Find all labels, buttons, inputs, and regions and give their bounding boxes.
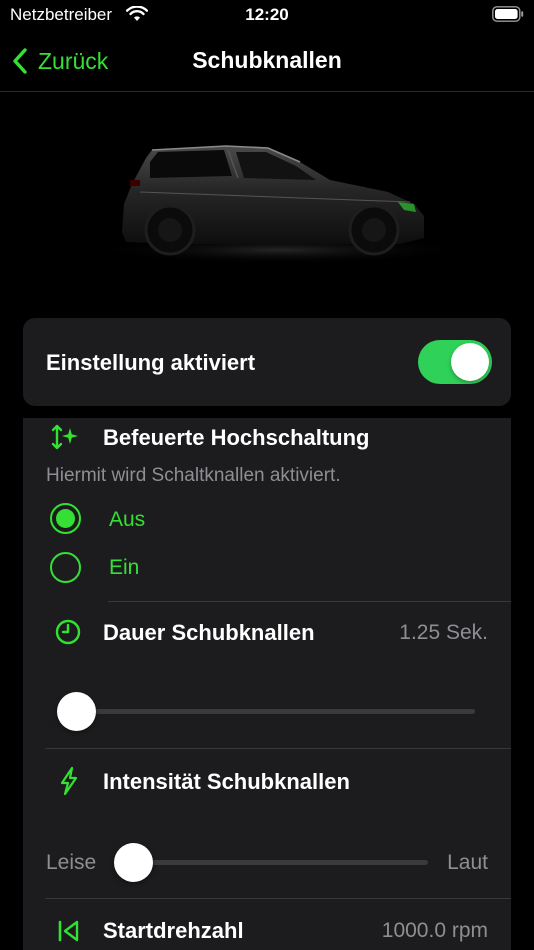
duration-slider-thumb[interactable] <box>57 692 96 731</box>
divider <box>45 748 511 749</box>
activation-card: Einstellung aktiviert <box>23 318 511 406</box>
page-title: Schubknallen <box>192 47 342 73</box>
radio-label-aus[interactable]: Aus <box>109 508 145 532</box>
switch-knob <box>451 343 489 381</box>
screen: Netzbetreiber 12:20 Zurück Schubknallen <box>0 0 534 950</box>
duration-title: Dauer Schubknallen <box>103 620 315 645</box>
duration-value: 1.25 Sek. <box>399 621 488 644</box>
intensity-title: Intensität Schubknallen <box>103 769 350 794</box>
upshift-description: Hiermit wird Schaltknallen aktiviert. <box>46 465 341 486</box>
navigation-bar: Zurück Schubknallen <box>0 30 534 92</box>
divider <box>108 601 511 602</box>
radio-ein[interactable] <box>50 552 81 583</box>
intensity-max-label: Laut <box>447 851 488 874</box>
activation-switch[interactable] <box>418 340 492 384</box>
radio-label-ein[interactable]: Ein <box>109 556 139 580</box>
radio-aus[interactable] <box>50 503 81 534</box>
clock-icon <box>55 619 81 645</box>
intensity-min-label: Leise <box>46 851 97 874</box>
sparkle-arrows-icon <box>51 424 78 450</box>
skip-back-icon <box>58 920 79 942</box>
start-rpm-value: 1000.0 rpm <box>381 919 488 942</box>
duration-slider-track[interactable] <box>60 709 475 714</box>
upshift-title: Befeuerte Hochschaltung <box>103 425 370 450</box>
lightning-icon <box>60 766 78 796</box>
battery-icon <box>492 6 524 22</box>
clock: 12:20 <box>245 5 289 24</box>
status-bar: Netzbetreiber 12:20 <box>0 0 534 30</box>
intensity-slider-track[interactable] <box>120 860 428 865</box>
car-image <box>90 145 470 264</box>
settings-card: Befeuerte Hochschaltung Hiermit wird Sch… <box>23 418 511 950</box>
divider <box>45 898 511 899</box>
activation-label: Einstellung aktiviert <box>46 350 256 375</box>
intensity-slider-thumb[interactable] <box>114 843 153 882</box>
start-rpm-title: Startdrehzahl <box>103 918 244 943</box>
